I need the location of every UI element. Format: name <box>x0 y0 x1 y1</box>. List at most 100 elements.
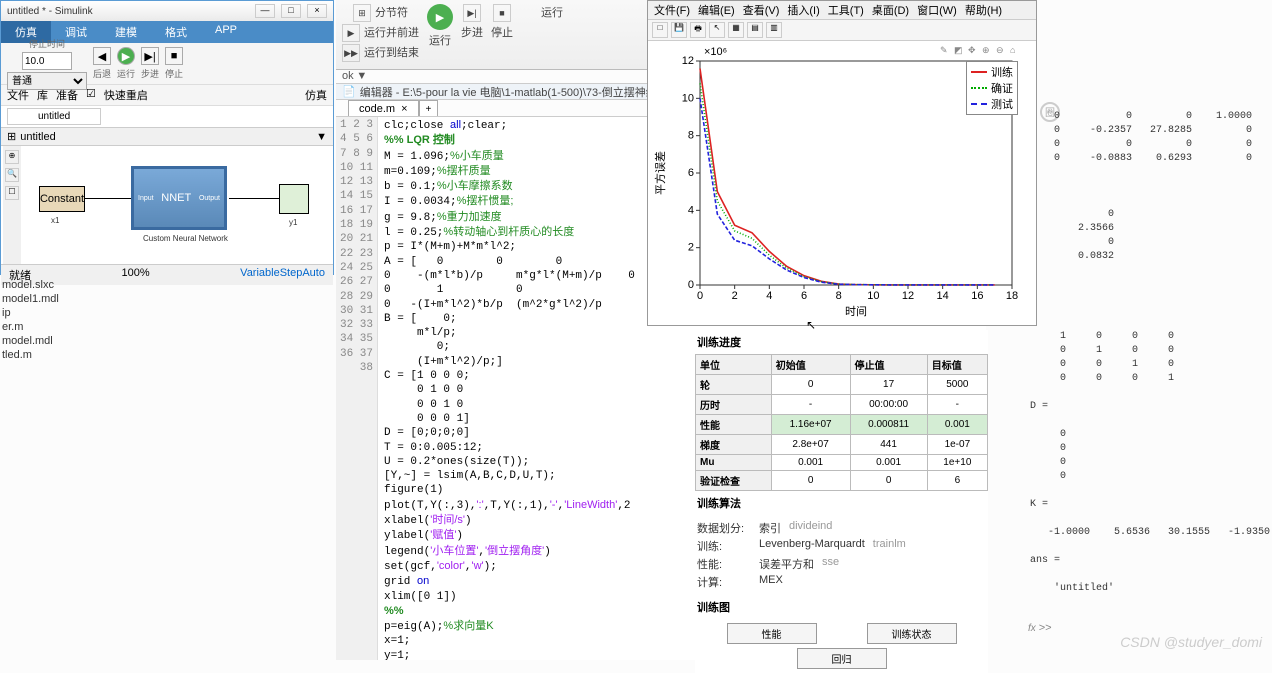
stoptime-label: 停止时间 <box>29 37 65 50</box>
zoomin-icon[interactable]: ⊕ <box>982 45 994 57</box>
simulink-title: untitled * - Simulink <box>7 6 93 17</box>
close-button[interactable]: × <box>307 4 327 18</box>
annotate-icon[interactable]: ☐ <box>5 186 19 200</box>
svg-text:平方误差: 平方误差 <box>653 151 667 195</box>
legend[interactable]: 训练 确证 测试 <box>966 61 1018 115</box>
file-browser: model.slxc model1.mdl ip er.m model.mdl … <box>0 278 80 362</box>
matlab-toolstrip: ⊞ 分节符 ▶ 运行并前进 ▶▶ 运行到结束 ▶ 运行 ▶| 步进 ■ 停止 运… <box>336 0 686 70</box>
training-buttons: 性能 训练状态 回归 <box>695 619 988 673</box>
menu-insert[interactable]: 插入(I) <box>787 2 819 18</box>
table-row: Mu0.0010.0011e+10 <box>696 455 988 471</box>
layout2-icon[interactable]: ▤ <box>747 22 763 38</box>
file-item[interactable]: model.mdl <box>0 334 80 348</box>
table-row: 性能1.16e+070.0008110.001 <box>696 415 988 435</box>
watermark: CSDN @studyer_domi <box>1120 634 1262 650</box>
heading-plots: 训练图 <box>695 595 988 619</box>
svg-text:6: 6 <box>688 167 694 179</box>
zoom-icon[interactable]: 🔍 <box>5 168 19 182</box>
svg-text:12: 12 <box>902 290 914 302</box>
block-nnet[interactable]: Input NNET Output <box>131 166 227 230</box>
step-forward-button[interactable]: ▶| <box>141 47 159 65</box>
table-row: 历时-00:00:00- <box>696 395 988 415</box>
stoptime-input[interactable] <box>22 52 72 70</box>
window-controls: — □ × <box>255 4 327 18</box>
label-y1: y1 <box>289 218 297 227</box>
btn-training-state[interactable]: 训练状态 <box>867 623 957 644</box>
maximize-button[interactable]: □ <box>281 4 301 18</box>
simulink-canvas[interactable]: ⊕ 🔍 ☐ Constant x1 Input NNET Output Cust… <box>1 146 333 264</box>
layout-icon[interactable]: ▦ <box>728 22 744 38</box>
file-item[interactable]: model1.mdl <box>0 292 80 306</box>
menu-help[interactable]: 帮助(H) <box>965 2 1002 18</box>
zoomout-icon[interactable]: ⊖ <box>996 45 1008 57</box>
brush-icon[interactable]: ✎ <box>940 45 952 57</box>
layout3-icon[interactable]: ▥ <box>766 22 782 38</box>
table-row: 验证检查006 <box>696 471 988 491</box>
btn-performance[interactable]: 性能 <box>727 623 817 644</box>
simulink-toolbar: 停止时间 普通 ◀ 后退 ▶ 运行 ▶| 步进 ■ 停止 <box>1 43 333 85</box>
breadcrumb-item[interactable]: untitled <box>20 131 55 143</box>
menu-view[interactable]: 查看(V) <box>743 2 780 18</box>
svg-text:14: 14 <box>937 290 949 302</box>
line-gutter: 1 2 3 4 5 6 7 8 9 10 11 12 13 14 15 16 1… <box>336 117 378 660</box>
file-item[interactable]: ip <box>0 306 80 320</box>
svg-text:0: 0 <box>697 290 703 302</box>
training-table: 单位 初始值 停止值 目标值 轮0175000历时-00:00:00-性能1.1… <box>695 354 988 491</box>
svg-text:18: 18 <box>1006 290 1018 302</box>
svg-text:2: 2 <box>732 290 738 302</box>
file-item[interactable]: er.m <box>0 320 80 334</box>
label-cnn: Custom Neural Network <box>143 234 228 243</box>
cursor-icon[interactable]: ↖ <box>709 22 725 38</box>
svg-text:10: 10 <box>867 290 879 302</box>
run-button[interactable]: ▶ <box>427 4 453 30</box>
menu-desktop[interactable]: 桌面(D) <box>872 2 909 18</box>
step-back-button[interactable]: ◀ <box>93 47 111 65</box>
mouse-cursor: ↖ <box>806 318 816 332</box>
command-prompt[interactable]: fx >> <box>1028 622 1051 634</box>
svg-text:4: 4 <box>766 290 772 302</box>
svg-text:12: 12 <box>682 55 694 67</box>
block-scope[interactable] <box>279 184 309 214</box>
zoom-fit-icon[interactable]: ⊕ <box>5 150 19 164</box>
svg-text:4: 4 <box>688 204 694 216</box>
run-button[interactable]: ▶ <box>117 47 135 65</box>
save-icon[interactable]: 💾 <box>671 22 687 38</box>
menu-file[interactable]: 文件(F) <box>654 2 690 18</box>
menu-edit[interactable]: 编辑(E) <box>698 2 735 18</box>
svg-text:0: 0 <box>688 279 694 291</box>
pan-icon[interactable]: ✥ <box>968 45 980 57</box>
section-break-icon[interactable]: ⊞ <box>353 4 371 22</box>
signal-line <box>85 198 131 199</box>
file-item[interactable]: model.slxc <box>0 278 80 292</box>
svg-text:×10⁶: ×10⁶ <box>704 46 727 58</box>
simulink-window: untitled * - Simulink — □ × 仿真 调试 建模 格式 … <box>0 0 334 275</box>
minimize-button[interactable]: — <box>255 4 275 18</box>
datatip-icon[interactable]: ◩ <box>954 45 966 57</box>
block-constant[interactable]: Constant <box>39 186 85 212</box>
file-item[interactable]: tled.m <box>0 348 80 362</box>
tab-format[interactable]: 格式 <box>151 21 201 43</box>
menu-tools[interactable]: 工具(T) <box>828 2 864 18</box>
run-advance-icon[interactable]: ▶ <box>342 24 360 42</box>
stop-button[interactable]: ■ <box>493 4 511 22</box>
print-icon[interactable]: 🖶 <box>690 22 706 38</box>
step-button[interactable]: ▶| <box>463 4 481 22</box>
menu-window[interactable]: 窗口(W) <box>917 2 957 18</box>
home-icon[interactable]: ⌂ <box>1010 45 1022 57</box>
command-output-bottom: 1 0 0 0 0 1 0 0 0 0 1 0 0 0 0 1 D = 0 0 … <box>1030 330 1270 596</box>
tab-apps[interactable]: APP <box>201 21 251 43</box>
run-to-end-icon[interactable]: ▶▶ <box>342 44 360 62</box>
new-figure-icon[interactable]: □ <box>652 22 668 38</box>
training-panel: 训练进度 单位 初始值 停止值 目标值 轮0175000历时-00:00:00-… <box>695 330 988 673</box>
close-tab-icon[interactable]: × <box>401 103 407 115</box>
stop-button[interactable]: ■ <box>165 47 183 65</box>
simulink-model-tab[interactable]: untitled <box>7 108 101 125</box>
svg-text:2: 2 <box>688 242 694 254</box>
svg-text:16: 16 <box>971 290 983 302</box>
btn-regression[interactable]: 回归 <box>797 648 887 669</box>
tab-modeling[interactable]: 建模 <box>101 21 151 43</box>
simulink-palette: ⊕ 🔍 ☐ <box>3 146 21 264</box>
table-row: 轮0175000 <box>696 375 988 395</box>
plot-axes[interactable]: ✎ ◩ ✥ ⊕ ⊖ ⌂ 024681012141618024681012×10⁶… <box>648 41 1036 321</box>
svg-text:8: 8 <box>836 290 842 302</box>
